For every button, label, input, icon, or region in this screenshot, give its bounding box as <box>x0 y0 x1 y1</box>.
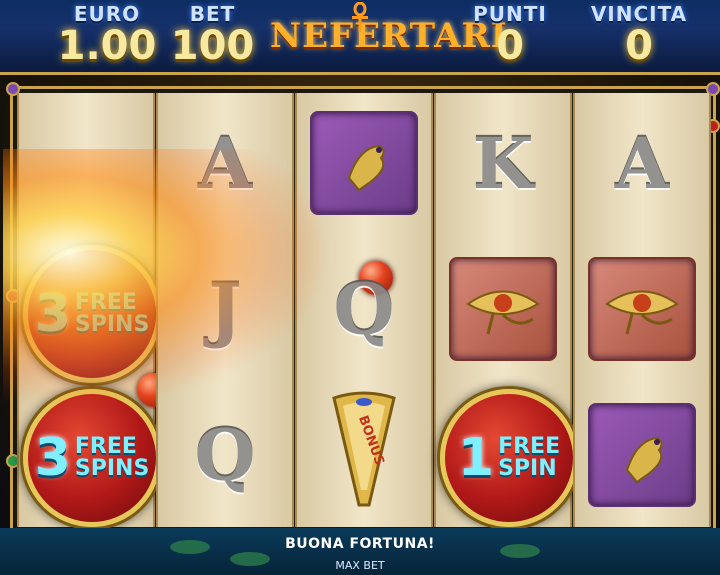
free-spins-word: FREE <box>498 434 561 459</box>
vincita-value: 0 <box>625 23 653 69</box>
free-spins-word: FREE <box>74 434 137 459</box>
eye-of-horus-icon <box>605 290 679 335</box>
free-spin-badge: 1 FREE SPIN <box>440 389 578 527</box>
max-bet-button[interactable]: MAX BET <box>0 559 720 572</box>
header-bar: EURO 1.00 BET 100 NEFERTARI PUNTI 0 VINC… <box>0 0 720 75</box>
reel-cell <box>575 385 709 525</box>
free-spins-badge: 3 FREE SPINS <box>23 245 161 383</box>
reel-cell: Q <box>297 239 431 379</box>
euro-display: EURO 1.00 <box>52 2 162 66</box>
free-spins-word: FREE <box>74 290 137 315</box>
symbol-letter: J <box>208 267 242 351</box>
reel-cell <box>19 93 153 233</box>
reel-1: 3 FREE SPINS 3 FREE SPINS <box>17 93 171 527</box>
symbol-letter: Q <box>194 413 256 497</box>
reel-cell: K <box>436 93 570 233</box>
status-message: BUONA FORTUNA! <box>285 536 435 552</box>
bet-value: 100 <box>170 23 255 69</box>
falcon-icon <box>625 436 663 484</box>
reel-cell: Q <box>158 385 292 525</box>
eye-of-horus-icon <box>466 290 540 335</box>
free-spins-count: 3 <box>34 284 71 344</box>
free-spins-badge: 3 FREE SPINS <box>23 389 161 527</box>
reel-cell <box>575 239 709 379</box>
symbol-letter: K <box>472 121 534 205</box>
game-screen: EURO 1.00 BET 100 NEFERTARI PUNTI 0 VINC… <box>0 0 720 575</box>
symbol-letter: Q <box>333 267 395 351</box>
symbol-letter: A <box>197 121 253 205</box>
eye-of-horus-icon <box>588 257 696 361</box>
free-spins-count: 1 <box>457 428 495 488</box>
free-spins-count: 3 <box>34 428 71 488</box>
reel-cell: A <box>575 93 709 233</box>
reel-3: Q BONUS <box>295 93 433 527</box>
reel-4: K 1 FREE SPIN <box>434 93 578 527</box>
reel-cell <box>297 93 431 233</box>
punti-value: 0 <box>496 23 524 69</box>
bottom-bar: BUONA FORTUNA! MAX BET <box>0 528 720 575</box>
symbol-letter: A <box>614 121 670 205</box>
game-logo: NEFERTARI <box>270 2 507 66</box>
reel-cell: A <box>158 93 292 233</box>
falcon-icon <box>310 111 418 215</box>
falcon-icon <box>588 403 696 507</box>
free-spins-word: SPINS <box>74 456 150 481</box>
free-spins-word: SPIN <box>498 456 557 481</box>
reel-2: A J Q <box>156 93 294 527</box>
vincita-display: VINCITA 0 <box>583 2 695 66</box>
bonus-shield-icon <box>332 391 396 507</box>
ankh-icon <box>352 2 368 32</box>
punti-display: PUNTI 0 <box>470 2 550 66</box>
reel-5: A <box>573 93 711 527</box>
bet-display[interactable]: BET 100 <box>165 2 260 66</box>
reel-cell <box>436 239 570 379</box>
reel-cell: J <box>158 239 292 379</box>
falcon-icon <box>347 144 385 192</box>
free-spins-word: SPINS <box>74 312 150 337</box>
reel-cell: BONUS <box>297 373 431 527</box>
reels-frame: 3 FREE SPINS 3 FREE SPINS A J Q Q BONUS … <box>3 82 720 534</box>
euro-value: 1.00 <box>57 23 157 69</box>
eye-of-horus-icon <box>449 257 557 361</box>
